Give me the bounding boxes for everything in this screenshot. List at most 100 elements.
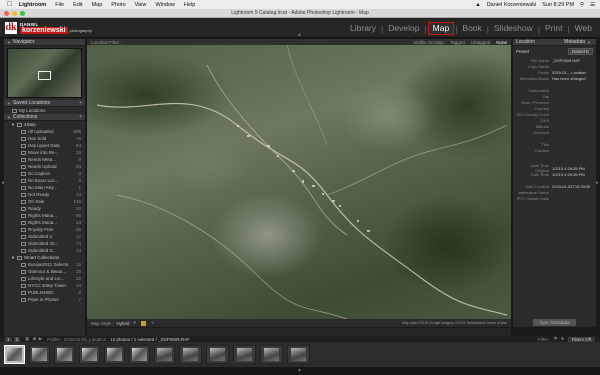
collection-count: 32 (75, 150, 81, 155)
module-library[interactable]: Library (346, 23, 380, 34)
preset-select[interactable]: Daniel K (567, 48, 593, 55)
menu-window[interactable]: Window (155, 2, 175, 8)
chevron-down-icon[interactable]: ▾ (134, 320, 136, 326)
module-develop[interactable]: Develop (384, 23, 423, 34)
display-2-button[interactable]: 2 (13, 336, 21, 342)
satellite-map[interactable] (87, 45, 511, 319)
expand-icon[interactable]: ▼ (11, 255, 15, 260)
filter-tagged[interactable]: Tagged (450, 40, 465, 45)
my-locations-item[interactable]: My Locations (4, 107, 85, 114)
clock[interactable]: Sun 8:29 PM (542, 2, 574, 8)
filmstrip-thumb[interactable] (54, 345, 75, 364)
tracklog-icon[interactable]: ∿ (151, 320, 155, 326)
apple-icon[interactable]:  (7, 1, 14, 8)
metadata-value[interactable]: Has been changed (552, 76, 586, 81)
close-window-button[interactable] (4, 11, 9, 16)
collection-set[interactable]: ▼ Smart Collections (4, 254, 85, 261)
filmstrip-thumb[interactable] (179, 345, 202, 364)
filmstrip-thumb[interactable] (29, 345, 50, 364)
filmstrip-thumb[interactable] (206, 345, 229, 364)
add-collection-icon[interactable]: + (79, 114, 82, 120)
menu-app[interactable]: Lightroom (19, 2, 46, 8)
navigator-preview[interactable] (7, 48, 82, 98)
collection-item[interactable]: Europe2011 Selects 12 (4, 261, 85, 268)
top-panel-toggle-icon[interactable]: ▲ (297, 32, 302, 38)
collection-item[interactable]: Needs Meta... 9 (4, 156, 85, 163)
collection-item[interactable]: No Main Key... 1 (4, 184, 85, 191)
metadata-value[interactable]: 1/2/15 4:29:35 PM (552, 172, 585, 177)
expand-icon[interactable]: ▼ (11, 122, 15, 127)
module-map[interactable]: Map (427, 22, 455, 35)
collections-header[interactable]: ▼ Collections + (4, 114, 85, 121)
collection-item[interactable]: Move into Re... 32 (4, 149, 85, 156)
collection-item[interactable]: No Exact Loc... 5 (4, 177, 85, 184)
module-book[interactable]: Book (458, 23, 485, 34)
metadata-header[interactable]: Location Metadata ▼ (513, 39, 596, 46)
collection-item[interactable]: Submitted 2 17 (4, 233, 85, 240)
collection-item[interactable]: Glamour & Beaut... 19 (4, 268, 85, 275)
menu-list-icon[interactable]: ☰ (590, 2, 595, 8)
filmstrip-thumb[interactable] (260, 345, 283, 364)
metadata-value[interactable]: 1/2/15 4:29:35 PM (552, 166, 585, 171)
collection-item[interactable]: Royalty Free 25 (4, 226, 85, 233)
metadata-value[interactable]: _DSF0509.RAF (552, 58, 580, 63)
collection-item[interactable]: Submitted 20... 74 (4, 240, 85, 247)
filmstrip-thumb[interactable] (129, 345, 150, 364)
map-style-select[interactable]: Hybrid (117, 321, 130, 326)
module-slideshow[interactable]: Slideshow (490, 23, 537, 34)
display-1-button[interactable]: 1 (5, 336, 12, 342)
collection-item[interactable]: NYCC 4step Tower 14 (4, 282, 85, 289)
filmstrip-thumb[interactable] (79, 345, 100, 364)
collection-count: 1 (78, 185, 81, 190)
collection-item[interactable]: Pope in Photos 7 (4, 296, 85, 303)
collection-icon (21, 150, 26, 155)
collection-item[interactable]: Not Ready 24 (4, 191, 85, 198)
filmstrip-thumb[interactable] (154, 345, 175, 364)
lock-markers-icon[interactable] (140, 320, 146, 326)
collection-item[interactable]: Submitted D... 14 (4, 247, 85, 254)
search-icon[interactable]: ⚲ (580, 2, 584, 8)
menu-photo[interactable]: Photo (111, 2, 125, 8)
collection-item[interactable]: Has Upset Data 94 (4, 142, 85, 149)
menu-view[interactable]: View (135, 2, 147, 8)
filter-select[interactable]: Filters Off (567, 336, 595, 342)
navigator-header[interactable]: ▼ Navigator (4, 39, 85, 46)
user-name[interactable]: Daniel Korzeniewski (487, 2, 537, 8)
filmstrip-source[interactable]: Folder : 2015-01-02_Location (47, 337, 106, 342)
collection-item[interactable]: All Uploaded 999 (4, 128, 85, 135)
add-location-icon[interactable]: + (79, 100, 82, 106)
filmstrip-toggle-icon[interactable]: ▼ (297, 368, 302, 374)
metadata-value[interactable]: 2015-01-...Location (552, 70, 586, 75)
zoom-window-button[interactable] (20, 11, 25, 16)
collection-item[interactable]: On Sale 146 (4, 198, 85, 205)
filmstrip-thumb[interactable] (104, 345, 125, 364)
collection-set[interactable]: ▼ 4Step (4, 121, 85, 128)
menu-file[interactable]: File (55, 2, 64, 8)
filter-untagged[interactable]: Untagged (471, 40, 491, 45)
filmstrip-thumb[interactable] (4, 345, 25, 364)
filter-none[interactable]: None (496, 40, 507, 45)
menu-help[interactable]: Help (184, 2, 195, 8)
metadata-value[interactable]: 2015-01-02T16:29:35 (552, 184, 590, 189)
saved-locations-header[interactable]: ▼ Saved Locations + (4, 100, 85, 107)
collection-item[interactable]: Rights Mana... 43 (4, 219, 85, 226)
collection-item[interactable]: Has Sold 76 (4, 135, 85, 142)
collection-item[interactable]: Rights Mana... 56 (4, 212, 85, 219)
menu-edit[interactable]: Edit (73, 2, 82, 8)
filter-visible-on-map[interactable]: Visible On Map (414, 40, 444, 45)
collection-item[interactable]: Needs Upload 34 (4, 163, 85, 170)
module-web[interactable]: Web (571, 23, 596, 34)
collection-item[interactable]: No Caption 3 (4, 170, 85, 177)
filmstrip-thumb[interactable] (233, 345, 256, 364)
collection-item[interactable]: Lifestyle and Lei... 32 (4, 275, 85, 282)
module-print[interactable]: Print (541, 23, 566, 34)
wifi-icon[interactable]: ▲ (475, 2, 480, 8)
collection-item[interactable]: PUBLISHED 8 (4, 289, 85, 296)
navigator-viewport-box[interactable] (38, 71, 51, 80)
filmstrip-thumb[interactable] (287, 345, 310, 364)
menu-map[interactable]: Map (92, 2, 103, 8)
minimize-window-button[interactable] (12, 11, 17, 16)
collection-item[interactable]: Ready 20 (4, 205, 85, 212)
collection-label: Ready (28, 206, 42, 211)
sync-metadata-button[interactable]: Sync Metadata (533, 319, 576, 326)
